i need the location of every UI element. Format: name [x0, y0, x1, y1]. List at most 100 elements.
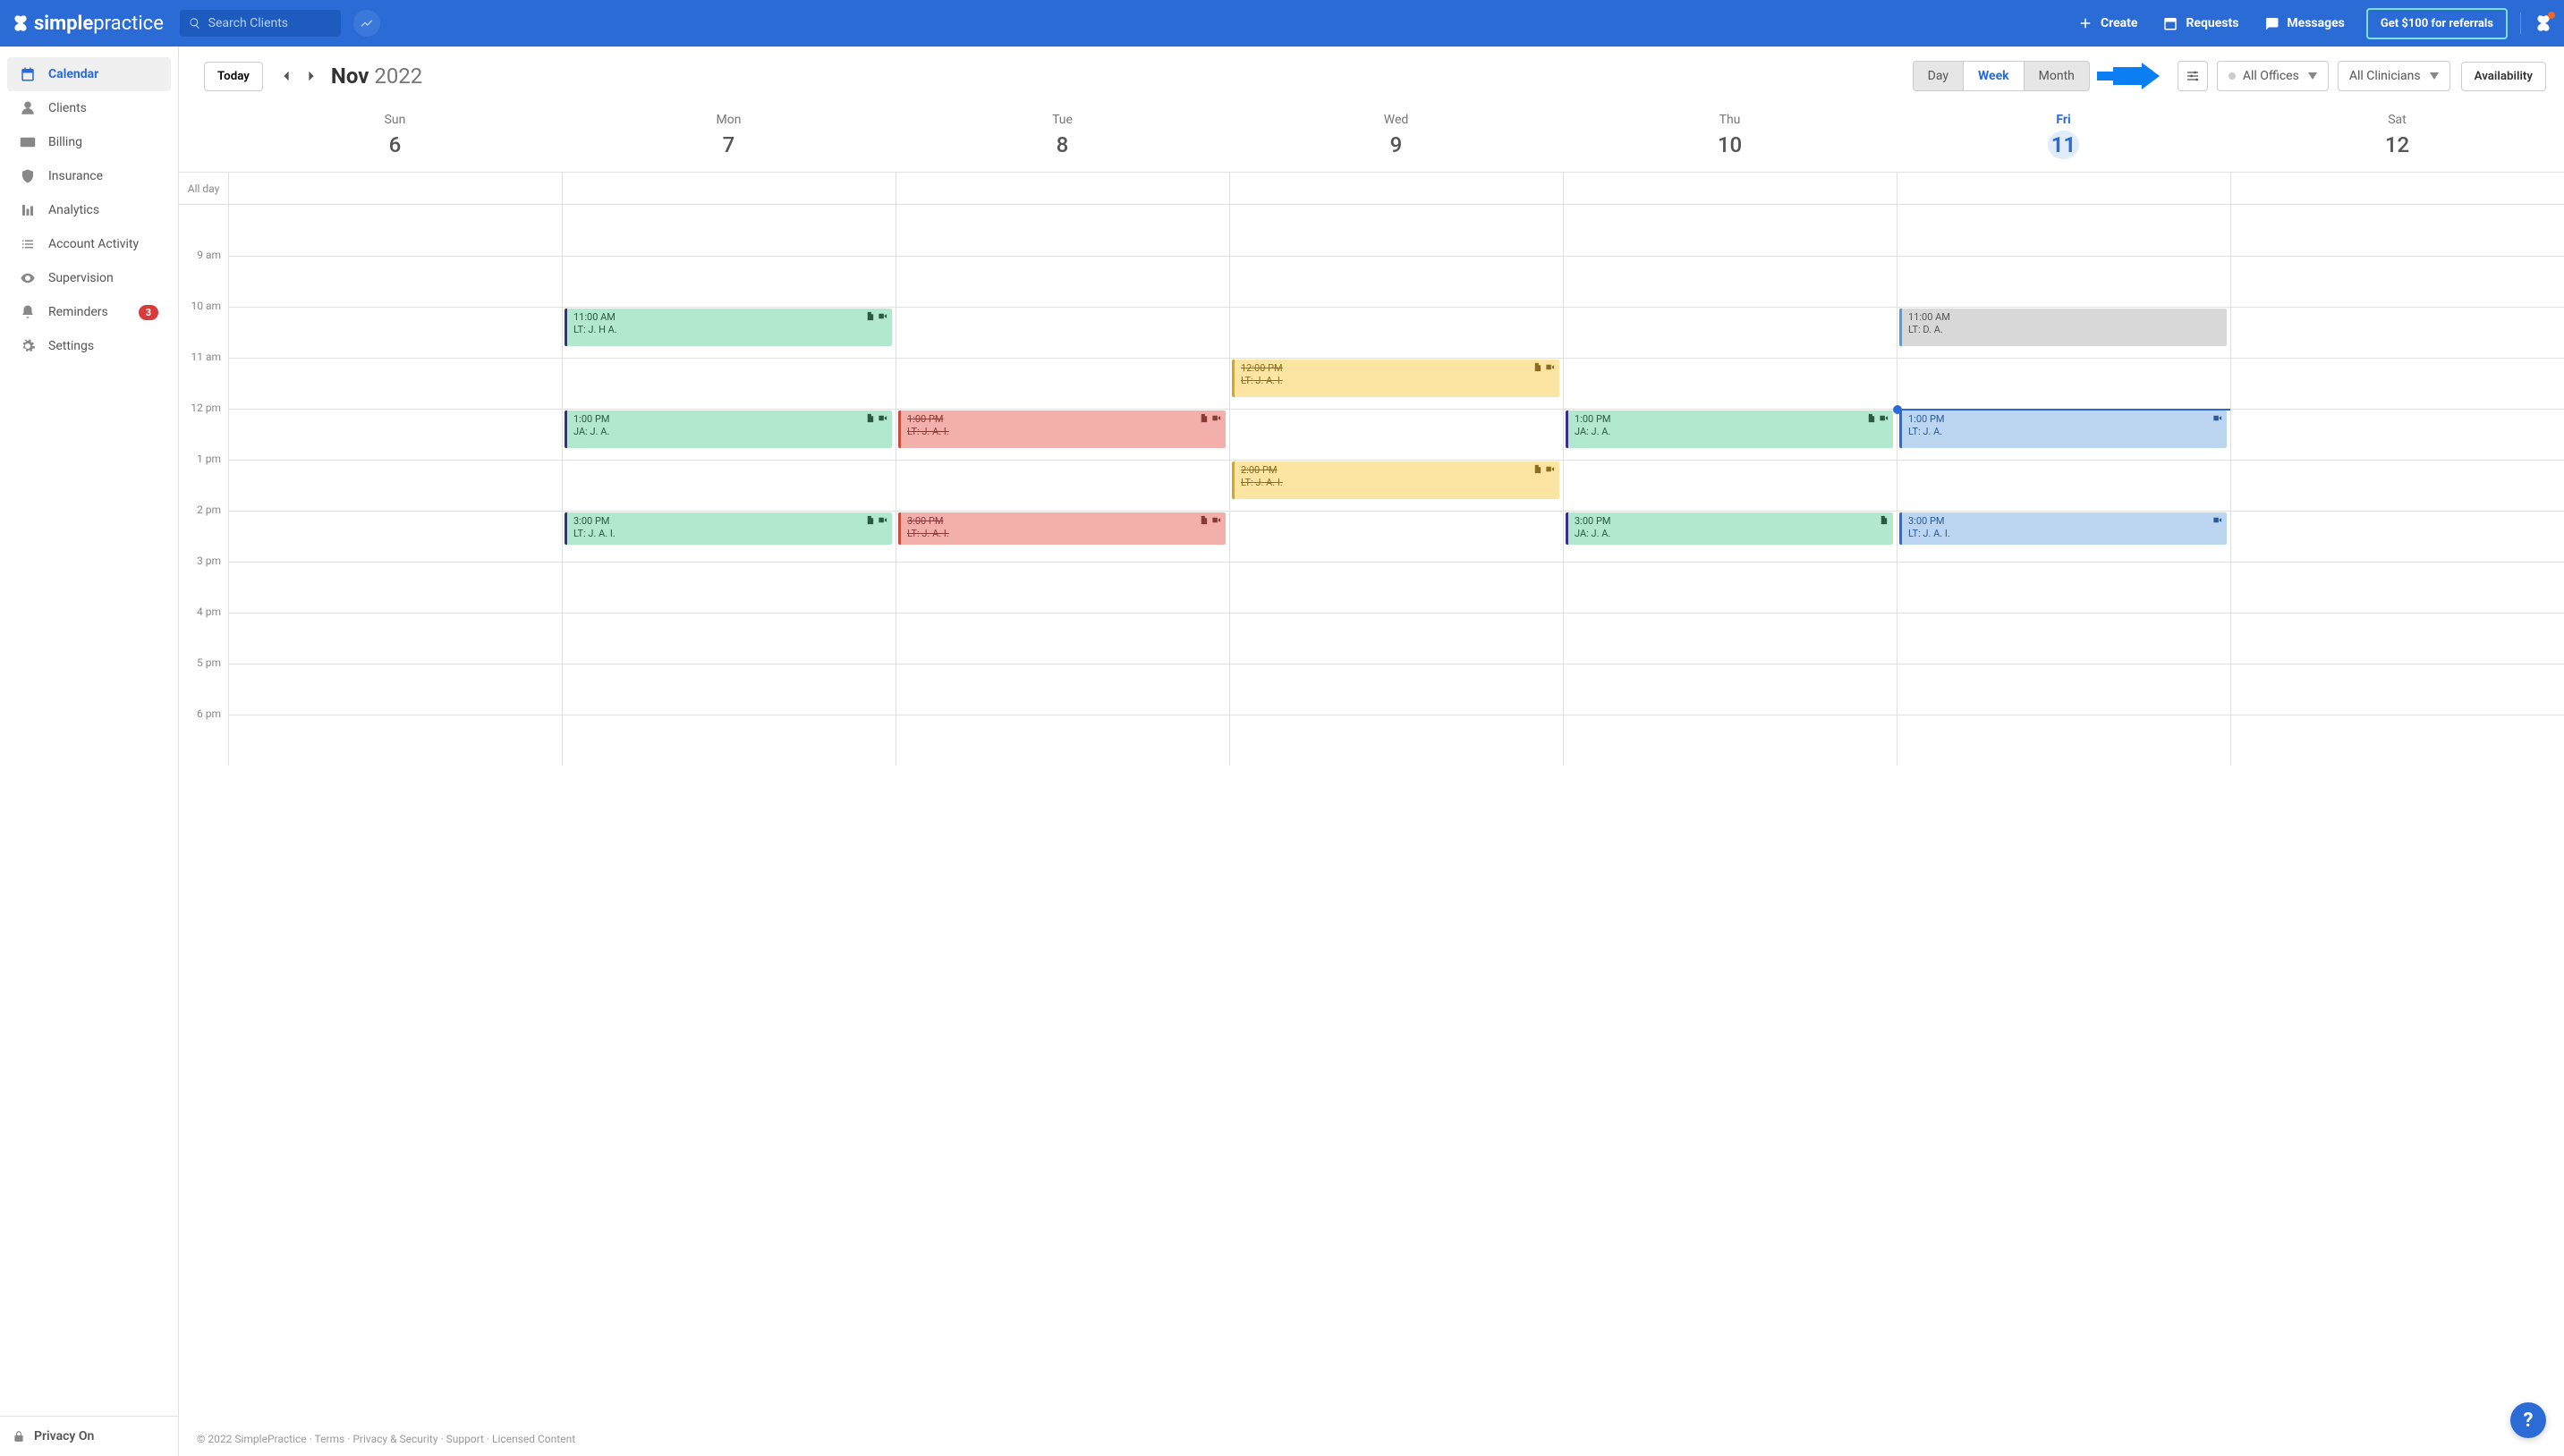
availability-button[interactable]: Availability	[2461, 62, 2546, 91]
footer: © 2022 SimplePractice · Terms · Privacy …	[179, 1422, 2564, 1456]
hour-label: 10 am	[191, 300, 221, 312]
sidebar-item-insurance[interactable]: Insurance	[7, 159, 171, 193]
allday-row: All day	[179, 173, 2564, 205]
messages-button[interactable]: Messages	[2263, 15, 2344, 31]
clinicians-dropdown[interactable]: All Clinicians	[2338, 61, 2450, 91]
day-number: 6	[381, 131, 410, 159]
calendar-event[interactable]: 2:00 PMLT: J. A. I.	[1232, 461, 1559, 499]
footer-licensed[interactable]: Licensed Content	[492, 1433, 575, 1445]
allday-cell[interactable]	[562, 173, 896, 204]
allday-cell[interactable]	[896, 173, 1229, 204]
calendar-event[interactable]: 11:00 AMLT: D. A.	[1899, 309, 2227, 346]
day-view-button[interactable]: Day	[1914, 62, 1963, 90]
day-columns: 11:00 AMLT: J. H A. 1:00 PMJA: J. A. 3:00 …	[228, 205, 2564, 766]
month-label: Nov 2022	[331, 63, 422, 89]
allday-cell[interactable]	[1897, 173, 2230, 204]
referral-button[interactable]: Get $100 for referrals	[2366, 8, 2508, 39]
analytics-quick-button[interactable]	[353, 10, 380, 37]
event-title: LT: J. A. I.	[907, 528, 1221, 540]
filter-button[interactable]	[2178, 61, 2208, 91]
next-week-button[interactable]	[299, 61, 324, 91]
calendar-event[interactable]: 3:00 PMJA: J. A.	[1566, 512, 1893, 545]
notifications-button[interactable]	[2534, 13, 2553, 33]
day-header[interactable]: Thu10	[1563, 106, 1897, 172]
privacy-toggle[interactable]: Privacy On	[0, 1416, 178, 1456]
annotation-arrow	[2097, 63, 2160, 89]
day-headers: Sun6Mon7Tue 8 Wed9Thu10Fri11Sat12	[179, 106, 2564, 173]
prev-week-button[interactable]	[274, 61, 299, 91]
line-chart-icon	[360, 16, 374, 30]
calendar-event[interactable]: 1:00 PMLT: J. A.	[1899, 411, 2227, 448]
week-view-button[interactable]: Week	[1963, 62, 2025, 90]
day-header[interactable]: Mon7	[562, 106, 896, 172]
day-column[interactable]: 1:00 PMLT: J. A. I. 3:00 PMLT: J. A. I.	[896, 205, 1229, 766]
calendar-event[interactable]: 3:00 PMLT: J. A. I.	[898, 512, 1226, 545]
plus-icon	[2077, 15, 2093, 31]
requests-button[interactable]: Requests	[2162, 15, 2238, 31]
gear-icon	[20, 338, 36, 354]
day-header[interactable]: Tue 8	[896, 106, 1229, 172]
day-column[interactable]: 12:00 PMLT: J. A. I. 2:00 PMLT: J. A. I.	[1229, 205, 1563, 766]
month-view-button[interactable]: Month	[2025, 62, 2089, 90]
day-header[interactable]: Sat12	[2230, 106, 2564, 172]
day-column[interactable]: 11:00 AMLT: D. A. 1:00 PMLT: J. A. 3:00 PM…	[1897, 205, 2230, 766]
event-title: JA: J. A.	[1575, 426, 1889, 438]
sidebar-item-calendar[interactable]: Calendar	[7, 57, 171, 91]
search-input[interactable]	[208, 16, 332, 30]
search-wrap[interactable]	[180, 10, 341, 37]
event-time: 12:00 PM	[1241, 362, 1555, 375]
hour-label: 9 am	[197, 249, 221, 261]
sidebar-item-account-activity[interactable]: Account Activity	[7, 227, 171, 261]
event-icons	[1199, 515, 1221, 525]
day-header[interactable]: Fri11	[1897, 106, 2230, 172]
allday-cell[interactable]	[2230, 173, 2564, 204]
allday-label: All day	[179, 173, 228, 204]
event-icons	[2212, 413, 2222, 423]
today-button[interactable]: Today	[204, 62, 263, 91]
sidebar-item-analytics[interactable]: Analytics	[7, 193, 171, 227]
allday-cell[interactable]	[1563, 173, 1897, 204]
sidebar-item-reminders[interactable]: Reminders3	[7, 295, 171, 329]
calendar-event[interactable]: 1:00 PMJA: J. A.	[565, 411, 892, 448]
calendar-event[interactable]: 1:00 PMJA: J. A.	[1566, 411, 1893, 448]
event-icons	[1199, 413, 1221, 423]
now-indicator	[1898, 409, 2230, 411]
day-header[interactable]: Sun6	[228, 106, 562, 172]
footer-terms[interactable]: Terms	[315, 1433, 345, 1445]
badge: 3	[139, 305, 158, 320]
event-icons	[865, 311, 887, 321]
chat-icon	[2263, 15, 2280, 31]
calendar-grid[interactable]: 9 am10 am11 am12 pm1 pm2 pm3 pm4 pm5 pm6…	[179, 205, 2564, 766]
sidebar-item-billing[interactable]: Billing	[7, 125, 171, 159]
card-icon	[20, 134, 36, 150]
day-number: 8	[1049, 131, 1077, 159]
day-column[interactable]: 1:00 PMJA: J. A. 3:00 PMJA: J. A.	[1563, 205, 1897, 766]
help-button[interactable]: ?	[2510, 1402, 2546, 1438]
day-header[interactable]: Wed9	[1229, 106, 1563, 172]
sidebar-item-clients[interactable]: Clients	[7, 91, 171, 125]
hour-label: 11 am	[191, 351, 221, 363]
main: Today Nov 2022 Day Week Month All Offic	[179, 47, 2564, 1456]
day-column[interactable]	[228, 205, 562, 766]
day-column[interactable]	[2230, 205, 2564, 766]
allday-cell[interactable]	[228, 173, 562, 204]
calendar-event[interactable]: 12:00 PMLT: J. A. I.	[1232, 360, 1559, 397]
logo[interactable]: simplepractice	[11, 13, 164, 35]
footer-privacy[interactable]: Privacy & Security	[352, 1433, 437, 1445]
calendar-event[interactable]: 11:00 AMLT: J. H A.	[565, 309, 892, 346]
create-button[interactable]: Create	[2077, 15, 2138, 31]
day-column[interactable]: 11:00 AMLT: J. H A. 1:00 PMJA: J. A. 3:00 …	[562, 205, 896, 766]
offices-dropdown[interactable]: All Offices	[2217, 61, 2329, 91]
allday-cell[interactable]	[1229, 173, 1563, 204]
footer-support[interactable]: Support	[446, 1433, 484, 1445]
event-icons	[2212, 515, 2222, 525]
event-title: LT: D. A.	[1908, 324, 2222, 336]
calendar-event[interactable]: 1:00 PMLT: J. A. I.	[898, 411, 1226, 448]
calendar-event[interactable]: 3:00 PMLT: J. A. I.	[1899, 512, 2227, 545]
hour-label: 12 pm	[191, 402, 221, 414]
day-of-week: Tue	[896, 113, 1229, 127]
hour-label: 1 pm	[197, 453, 221, 465]
calendar-event[interactable]: 3:00 PMLT: J. A. I.	[565, 512, 892, 545]
sidebar-item-supervision[interactable]: Supervision	[7, 261, 171, 295]
sidebar-item-settings[interactable]: Settings	[7, 329, 171, 363]
